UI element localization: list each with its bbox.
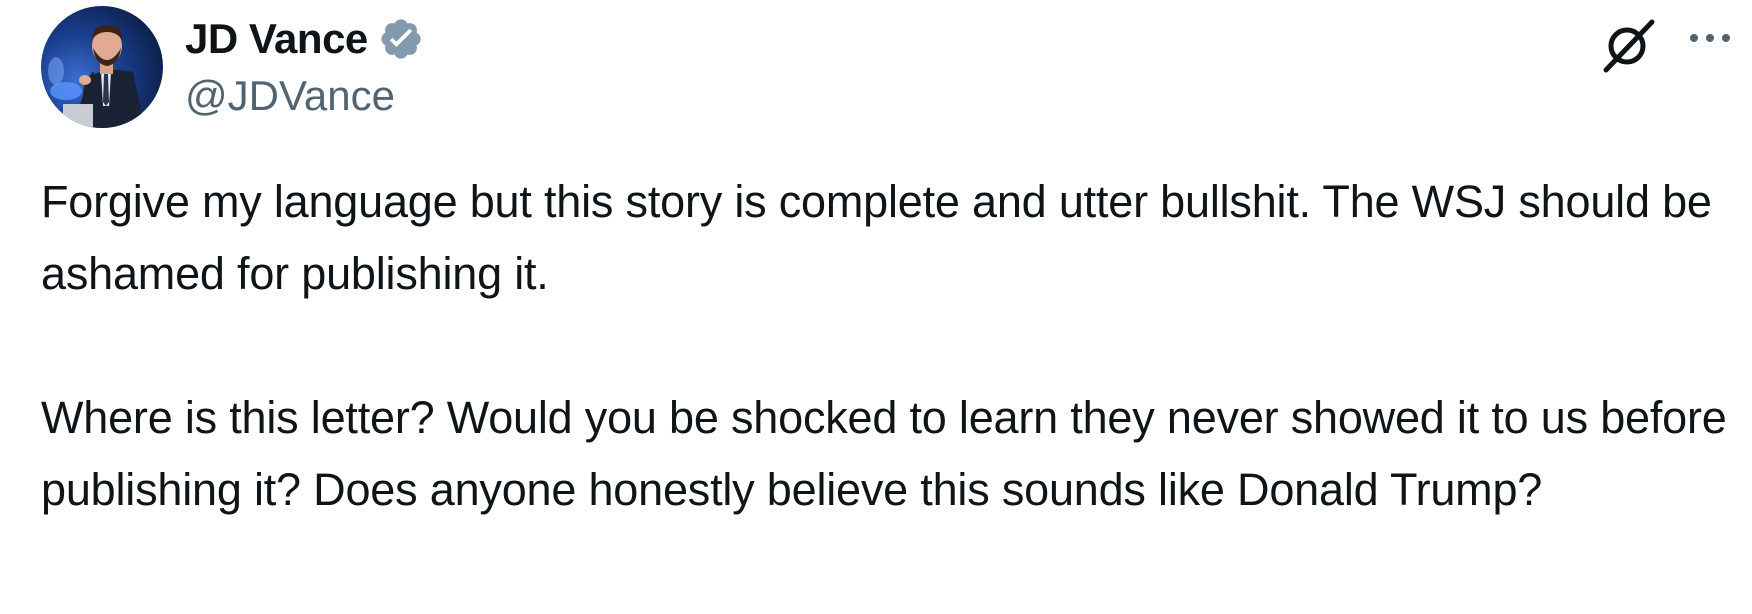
tweet-paragraph-2: Where is this letter? Would you be shock… xyxy=(41,392,1727,515)
grok-icon[interactable] xyxy=(1598,14,1658,74)
display-name[interactable]: JD Vance xyxy=(185,15,368,63)
avatar[interactable] xyxy=(41,6,163,128)
author-handle[interactable]: @JDVance xyxy=(185,72,395,120)
tweet-card: JD Vance @JDVance Forgive my language bu… xyxy=(0,0,1752,614)
more-options-icon[interactable] xyxy=(1686,20,1734,56)
tweet-paragraph-1: Forgive my language but this story is co… xyxy=(41,176,1712,299)
author-name-row: JD Vance xyxy=(185,12,424,66)
avatar-image xyxy=(41,6,163,128)
verified-badge-icon[interactable] xyxy=(378,16,424,62)
tweet-text: Forgive my language but this story is co… xyxy=(41,166,1731,526)
